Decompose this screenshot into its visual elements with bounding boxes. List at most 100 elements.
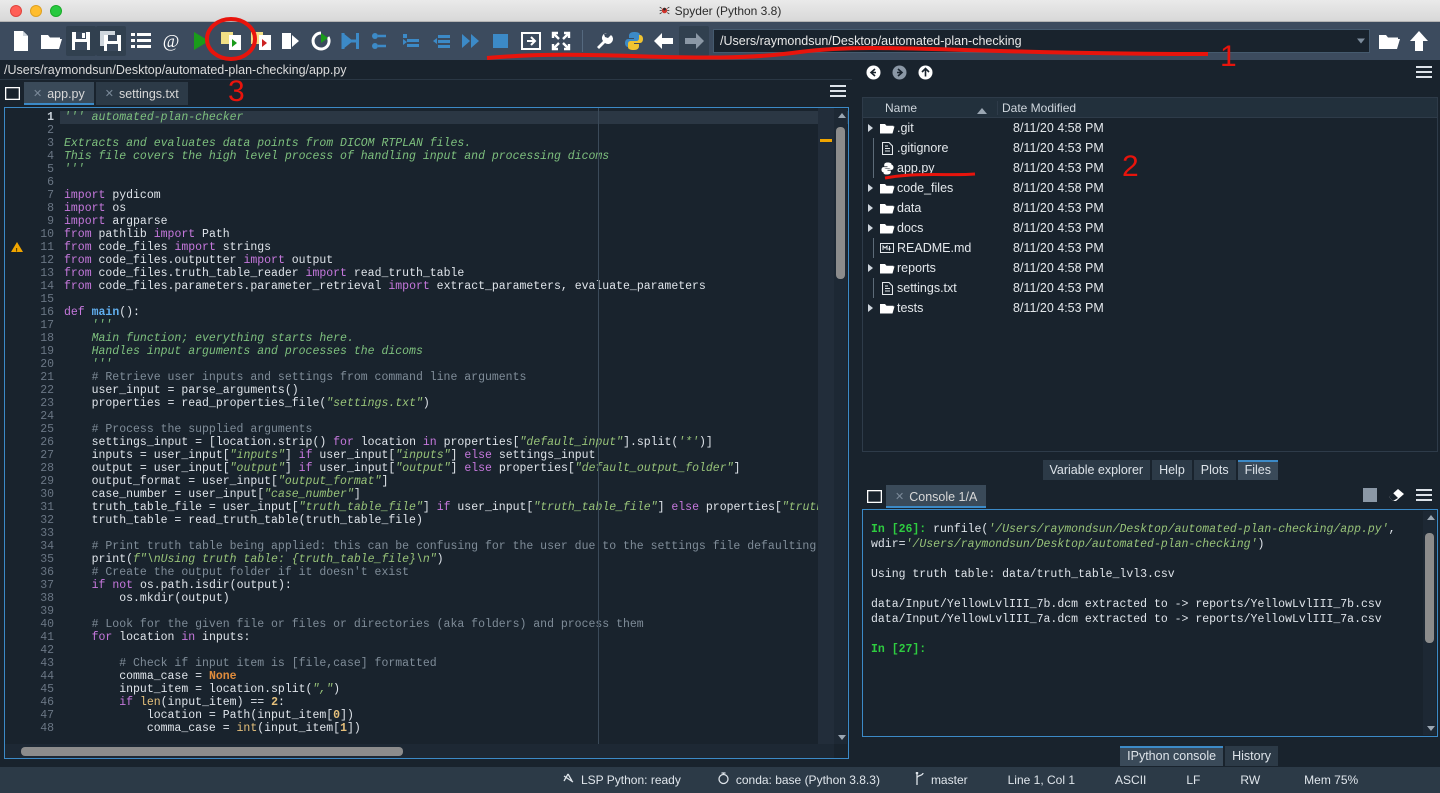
tab-ipython-console[interactable]: IPython console (1120, 746, 1224, 766)
code-line[interactable]: import argparse (60, 215, 848, 228)
stop-debug-icon[interactable] (486, 26, 516, 56)
code-line[interactable] (60, 124, 848, 137)
console-tab[interactable]: ✕ Console 1/A (886, 485, 987, 508)
file-explorer-row[interactable]: settings.txt 8/11/20 4:53 PM (863, 278, 1437, 298)
code-line[interactable]: ''' (60, 163, 848, 176)
column-header-name[interactable]: Name (863, 101, 997, 115)
code-line[interactable]: location = Path(input_item[0]) (60, 709, 848, 722)
save-file-icon[interactable] (66, 26, 96, 56)
code-line[interactable] (60, 410, 848, 423)
editor-hscroll-thumb[interactable] (21, 746, 403, 756)
file-explorer-row[interactable]: tests 8/11/20 4:53 PM (863, 298, 1437, 318)
warning-icon[interactable] (11, 242, 23, 258)
code-line[interactable]: from code_files.truth_table_reader impor… (60, 267, 848, 280)
ipython-console[interactable]: In [26]: runfile('/Users/raymondsun/Desk… (862, 509, 1438, 737)
expand-triangle-icon[interactable] (863, 124, 877, 132)
status-permissions[interactable]: RW (1240, 773, 1260, 787)
eraser-icon[interactable] (1388, 488, 1405, 507)
close-icon[interactable]: ✕ (895, 490, 904, 503)
code-line[interactable]: case_number = user_input["case_number"] (60, 488, 848, 501)
editor-vertical-scrollbar[interactable] (834, 109, 847, 744)
run-cell-icon[interactable] (216, 26, 246, 56)
code-line[interactable]: # Print truth table being applied: this … (60, 540, 848, 553)
code-line[interactable]: # Create the output folder if it doesn't… (60, 566, 848, 579)
previous-directory-icon[interactable] (649, 26, 679, 56)
console-output[interactable]: In [26]: runfile('/Users/raymondsun/Desk… (863, 510, 1437, 657)
status-encoding[interactable]: ASCII (1115, 773, 1146, 787)
expand-triangle-icon[interactable] (863, 224, 877, 232)
maximize-pane-icon[interactable] (516, 26, 546, 56)
editor-code-area[interactable]: ''' automated-plan-checker Extracts and … (60, 108, 848, 758)
file-explorer-row[interactable]: app.py 8/11/20 4:53 PM (863, 158, 1437, 178)
scroll-up-icon[interactable] (838, 113, 846, 118)
expand-triangle-icon[interactable] (863, 264, 877, 272)
editor-flag-column[interactable] (818, 108, 834, 744)
code-line[interactable]: Handles input arguments and processes th… (60, 345, 848, 358)
code-line[interactable]: def main(): (60, 306, 848, 319)
code-line[interactable] (60, 176, 848, 189)
code-line[interactable]: # Process the supplied arguments (60, 423, 848, 436)
file-explorer-pane[interactable]: Name Date Modified .git 8/11/20 4:58 PM .g… (862, 97, 1438, 452)
file-explorer-row[interactable]: code_files 8/11/20 4:58 PM (863, 178, 1437, 198)
editor-tab-app-py[interactable]: ✕ app.py (24, 82, 94, 105)
file-explorer-parent-icon[interactable] (918, 65, 933, 80)
status-memory[interactable]: Mem 75% (1304, 773, 1358, 787)
step-over-icon[interactable] (366, 26, 396, 56)
scroll-down-icon[interactable] (1427, 726, 1435, 731)
file-explorer-row[interactable]: data 8/11/20 4:53 PM (863, 198, 1437, 218)
continue-icon[interactable] (456, 26, 486, 56)
code-line[interactable]: Main function; everything starts here. (60, 332, 848, 345)
editor-options-menu-icon[interactable] (830, 84, 846, 98)
status-eol[interactable]: LF (1186, 773, 1200, 787)
console-browse-tabs-icon[interactable] (862, 485, 886, 508)
tab-help[interactable]: Help (1152, 460, 1192, 480)
scroll-down-icon[interactable] (838, 735, 846, 740)
working-directory-input[interactable]: /Users/raymondsun/Desktop/automated-plan… (713, 29, 1370, 53)
debug-file-icon[interactable] (336, 26, 366, 56)
code-line[interactable] (60, 527, 848, 540)
file-explorer-row[interactable]: .git 8/11/20 4:58 PM (863, 118, 1437, 138)
code-line[interactable]: # Check if input item is [file,case] for… (60, 657, 848, 670)
file-explorer-back-icon[interactable] (866, 65, 881, 80)
open-file-icon[interactable] (36, 26, 66, 56)
step-return-icon[interactable] (426, 26, 456, 56)
file-explorer-row[interactable]: reports 8/11/20 4:58 PM (863, 258, 1437, 278)
code-line[interactable]: ''' (60, 319, 848, 332)
code-editor[interactable]: 1234567891011121314151617181920212223242… (4, 107, 849, 759)
status-conda[interactable]: conda: base (Python 3.8.3) (717, 772, 880, 788)
editor-vscroll-thumb[interactable] (836, 127, 845, 279)
fullscreen-icon[interactable] (546, 26, 576, 56)
run-cell-advance-icon[interactable] (246, 26, 276, 56)
next-directory-icon[interactable] (679, 26, 709, 56)
editor-horizontal-scrollbar[interactable] (5, 744, 834, 758)
file-explorer-forward-icon[interactable] (892, 65, 907, 80)
code-line[interactable]: from pathlib import Path (60, 228, 848, 241)
console-options-menu-icon[interactable] (1416, 488, 1432, 507)
code-line[interactable]: output_format = user_input["output_forma… (60, 475, 848, 488)
run-file-icon[interactable] (186, 26, 216, 56)
warning-flag-marker[interactable] (820, 139, 832, 142)
status-position[interactable]: Line 1, Col 1 (1008, 773, 1075, 787)
code-line[interactable] (60, 293, 848, 306)
code-line[interactable]: import pydicom (60, 189, 848, 202)
code-line[interactable] (60, 605, 848, 618)
code-line[interactable]: if not os.path.isdir(output): (60, 579, 848, 592)
code-line[interactable]: ''' (60, 358, 848, 371)
code-line[interactable]: import os (60, 202, 848, 215)
tab-history[interactable]: History (1225, 746, 1278, 766)
code-line[interactable]: # Retrieve user inputs and settings from… (60, 371, 848, 384)
close-icon[interactable]: ✕ (105, 87, 114, 100)
sort-ascending-icon[interactable] (977, 107, 987, 114)
chevron-down-icon[interactable] (1357, 38, 1365, 44)
code-line[interactable]: print(f"\nUsing truth table: {truth_tabl… (60, 553, 848, 566)
code-line[interactable]: settings_input = [location.strip() for l… (60, 436, 848, 449)
stop-icon[interactable] (1363, 488, 1377, 507)
browse-directory-icon[interactable] (1374, 26, 1404, 56)
expand-triangle-icon[interactable] (863, 184, 877, 192)
step-into-icon[interactable] (396, 26, 426, 56)
new-file-icon[interactable] (6, 26, 36, 56)
code-line[interactable]: for location in inputs: (60, 631, 848, 644)
code-line[interactable] (60, 644, 848, 657)
close-icon[interactable]: ✕ (33, 87, 42, 100)
file-explorer-options-menu-icon[interactable] (1416, 65, 1432, 79)
